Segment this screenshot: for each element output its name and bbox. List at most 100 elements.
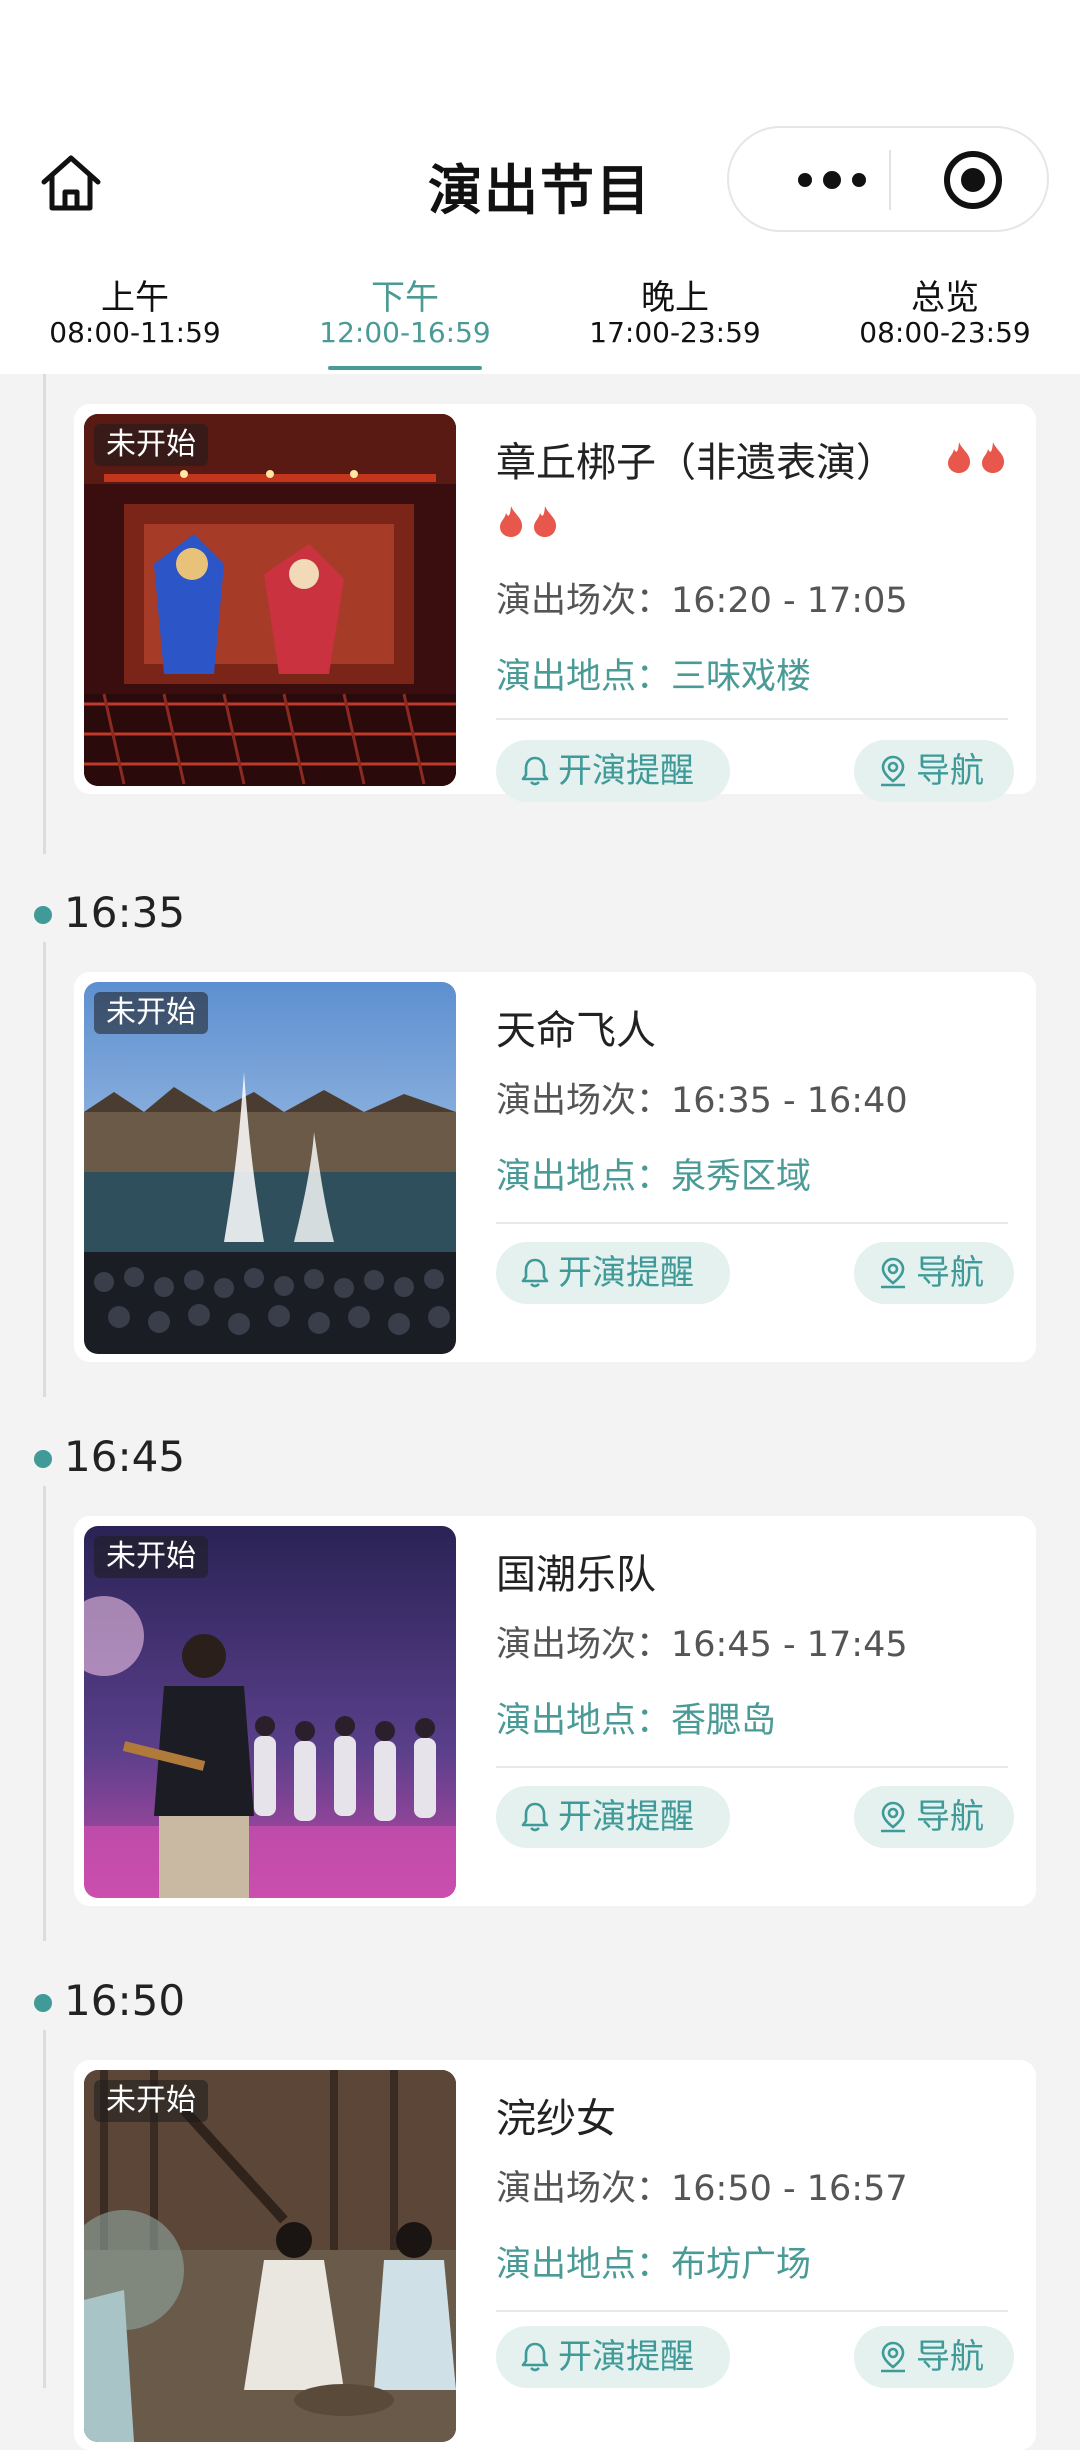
bell-icon xyxy=(521,1258,549,1288)
tab-range: 17:00-23:59 xyxy=(589,316,761,349)
card-divider xyxy=(496,1222,1008,1224)
remind-button-label: 开演提醒 xyxy=(558,1253,694,1293)
navigate-button-label: 导航 xyxy=(916,1797,984,1837)
status-badge: 未开始 xyxy=(94,992,208,1034)
tab-afternoon[interactable]: 下午 12:00-16:59 xyxy=(270,256,540,374)
tab-evening[interactable]: 晚上 17:00-23:59 xyxy=(540,256,810,374)
time-tabs: 上午 08:00-11:59 下午 12:00-16:59 晚上 17:00-2… xyxy=(0,256,1080,374)
status-badge: 未开始 xyxy=(94,1536,208,1578)
tab-range: 08:00-11:59 xyxy=(49,316,221,349)
remind-button[interactable]: 开演提醒 xyxy=(496,2326,730,2388)
show-title: 章丘梆子（非遗表演） xyxy=(496,440,896,486)
navigate-button-label: 导航 xyxy=(916,2337,984,2377)
tab-overview[interactable]: 总览 08:00-23:59 xyxy=(810,256,1080,374)
show-title: 国潮乐队 xyxy=(496,1552,656,1598)
timeline-line xyxy=(43,2030,46,2388)
tab-range: 08:00-23:59 xyxy=(859,316,1031,349)
close-target-icon[interactable] xyxy=(941,148,1005,212)
navigate-button[interactable]: 导航 xyxy=(854,1786,1014,1848)
venue-name: 三味戏楼 xyxy=(671,657,812,697)
show-session: 演出场次：16:45 - 17:45 xyxy=(496,1616,908,1667)
venue-label: 演出地点： xyxy=(496,1157,672,1197)
timeline-dot xyxy=(34,1450,52,1468)
nav-bar: 演出节目 xyxy=(0,120,1080,256)
location-pin-icon xyxy=(881,1257,905,1289)
navigate-button[interactable]: 导航 xyxy=(854,740,1014,802)
remind-button-label: 开演提醒 xyxy=(558,2337,694,2377)
location-pin-icon xyxy=(881,2341,905,2373)
venue-name: 泉秀区域 xyxy=(671,1157,812,1197)
timeline-line xyxy=(43,1486,46,1941)
card-divider xyxy=(496,718,1008,720)
session-time: 16:50 - 16:57 xyxy=(671,2169,908,2209)
flame-icon xyxy=(534,506,557,537)
show-venue: 演出地点：泉秀区域 xyxy=(496,1148,811,1199)
venue-label: 演出地点： xyxy=(496,657,672,697)
navigate-button[interactable]: 导航 xyxy=(854,2326,1014,2388)
tab-label: 总览 xyxy=(911,278,979,318)
popularity-flames xyxy=(496,504,560,538)
timeline-line xyxy=(43,942,46,1397)
tab-label: 晚上 xyxy=(641,278,709,318)
session-label: 演出场次： xyxy=(496,1625,672,1665)
venue-name: 布坊广场 xyxy=(671,2245,812,2285)
show-card[interactable]: 未开始 国潮乐队 演出场次：16:45 - 17:45 演出地点：香腮岛 开演提… xyxy=(74,1516,1036,1906)
tab-morning[interactable]: 上午 08:00-11:59 xyxy=(0,256,270,374)
tab-range: 12:00-16:59 xyxy=(319,316,491,349)
timeline-dot xyxy=(34,906,52,924)
tab-label: 上午 xyxy=(101,278,169,318)
time-text: 16:50 xyxy=(64,1976,186,2025)
show-card[interactable]: 未开始 天命飞人 演出场次：16:35 - 16:40 演出地点：泉秀区域 开演… xyxy=(74,972,1036,1362)
show-session: 演出场次：16:35 - 16:40 xyxy=(496,1072,908,1123)
status-badge: 未开始 xyxy=(94,2080,208,2122)
session-label: 演出场次： xyxy=(496,581,672,621)
flame-icon xyxy=(948,442,971,473)
navigate-button-label: 导航 xyxy=(916,1253,984,1293)
capsule-divider xyxy=(889,150,891,210)
active-tab-indicator xyxy=(328,366,482,370)
bell-icon xyxy=(521,2342,549,2372)
remind-button-label: 开演提醒 xyxy=(558,1797,694,1837)
time-text: 16:35 xyxy=(64,888,186,937)
navigate-button[interactable]: 导航 xyxy=(854,1242,1014,1304)
tab-label: 下午 xyxy=(371,278,439,318)
status-bar xyxy=(0,0,1080,120)
show-session: 演出场次：16:50 - 16:57 xyxy=(496,2160,908,2211)
location-pin-icon xyxy=(881,1801,905,1833)
session-label: 演出场次： xyxy=(496,1081,672,1121)
show-thumbnail: 未开始 xyxy=(84,982,456,1354)
show-thumbnail: 未开始 xyxy=(84,1526,456,1898)
venue-name: 香腮岛 xyxy=(671,1701,777,1741)
card-divider xyxy=(496,1766,1008,1768)
show-venue: 演出地点：香腮岛 xyxy=(496,1692,776,1743)
session-time: 16:45 - 17:45 xyxy=(671,1625,908,1665)
location-pin-icon xyxy=(881,755,905,787)
popularity-flames xyxy=(944,440,1008,474)
show-session: 演出场次：16:20 - 17:05 xyxy=(496,572,908,623)
mini-program-capsule xyxy=(727,126,1049,232)
show-title: 天命飞人 xyxy=(496,1008,656,1054)
remind-button[interactable]: 开演提醒 xyxy=(496,740,730,802)
show-venue: 演出地点：布坊广场 xyxy=(496,2236,811,2287)
show-card[interactable]: 未开始 章丘梆子（非遗表演） 演出场次：16:20 - 17:05 演出地点：三… xyxy=(74,404,1036,802)
remind-button[interactable]: 开演提醒 xyxy=(496,1786,730,1848)
bell-icon xyxy=(521,1802,549,1832)
show-title: 浣纱女 xyxy=(496,2096,616,2142)
remind-button-label: 开演提醒 xyxy=(558,751,694,791)
timeline-dot xyxy=(34,1994,52,2012)
session-time: 16:20 - 17:05 xyxy=(671,581,908,621)
show-thumbnail: 未开始 xyxy=(84,2070,456,2442)
session-label: 演出场次： xyxy=(496,2169,672,2209)
show-venue: 演出地点：三味戏楼 xyxy=(496,648,811,699)
show-thumbnail: 未开始 xyxy=(84,414,456,786)
venue-label: 演出地点： xyxy=(496,2245,672,2285)
flame-icon xyxy=(982,442,1005,473)
flame-icon xyxy=(500,506,523,537)
timeline-line xyxy=(43,374,46,854)
card-divider xyxy=(496,2310,1008,2312)
time-text: 16:45 xyxy=(64,1432,186,1481)
more-icon[interactable] xyxy=(777,158,887,202)
session-time: 16:35 - 16:40 xyxy=(671,1081,908,1121)
remind-button[interactable]: 开演提醒 xyxy=(496,1242,730,1304)
show-card[interactable]: 未开始 浣纱女 演出场次：16:50 - 16:57 演出地点：布坊广场 开演提… xyxy=(74,2060,1036,2450)
